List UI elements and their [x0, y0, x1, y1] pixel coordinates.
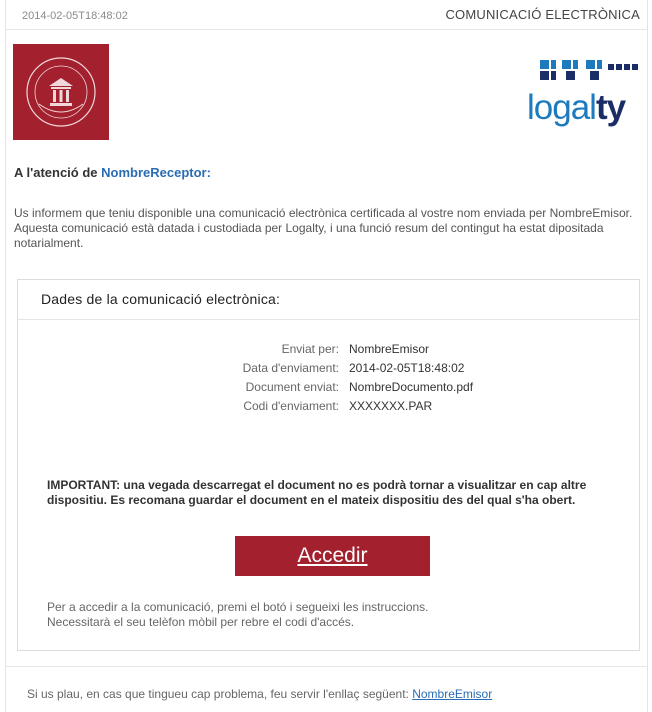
detail-label: Codi d'enviament:: [243, 399, 339, 413]
header-timestamp: 2014-02-05T18:48:02: [22, 10, 128, 22]
detail-row-sender: Enviat per: NombreEmisor: [18, 342, 639, 361]
important-notice: IMPORTANT: una vegada descarregat el doc…: [47, 478, 587, 507]
footer-note: Si us plau, en cas que tingueu cap probl…: [27, 687, 492, 701]
detail-value: XXXXXXX.PAR: [349, 399, 433, 413]
details-list: Enviat per: NombreEmisor Data d'enviamen…: [18, 342, 639, 418]
receiver-name: NombreReceptor:: [101, 165, 211, 180]
college-seal-icon: [13, 44, 109, 140]
logalty-logo: logalty: [514, 52, 644, 138]
greeting-prefix: A l'atenció de: [14, 165, 102, 180]
detail-value: NombreEmisor: [349, 342, 430, 356]
card-header: Dades de la comunicació electrònica:: [18, 280, 639, 320]
detail-label: Enviat per:: [281, 342, 339, 356]
header-bar: 2014-02-05T18:48:02 COMUNICACIÓ ELECTRÒN…: [5, 0, 648, 30]
logalty-mark-icon: [540, 60, 638, 80]
card-title: Dades de la comunicació electrònica:: [41, 291, 281, 307]
header-title: COMUNICACIÓ ELECTRÒNICA: [445, 7, 640, 22]
communication-details-card: Dades de la comunicació electrònica: Env…: [17, 279, 640, 651]
access-button[interactable]: Accedir: [235, 536, 430, 576]
intro-paragraph: Us informem que teniu disponible una com…: [14, 206, 633, 250]
footer-link[interactable]: NombreEmisor: [412, 687, 492, 701]
access-button-label[interactable]: Accedir: [297, 544, 367, 568]
detail-value: NombreDocumento.pdf: [349, 380, 474, 394]
detail-row-date: Data d'enviament: 2014-02-05T18:48:02: [18, 361, 639, 380]
instructions-line-2: Necessitarà el seu telèfon mòbil per reb…: [47, 615, 355, 629]
access-instructions: Per a accedir a la comunicació, premi el…: [47, 600, 617, 630]
detail-label: Document enviat:: [245, 380, 339, 394]
detail-value: 2014-02-05T18:48:02: [349, 361, 465, 375]
detail-label: Data d'enviament:: [242, 361, 339, 375]
instructions-line-1: Per a accedir a la comunicació, premi el…: [47, 600, 429, 614]
logo-wordmark: logalty: [527, 88, 626, 127]
footer-divider: [5, 666, 648, 667]
greeting: A l'atenció de NombreReceptor:: [14, 165, 211, 180]
footer-text: Si us plau, en cas que tingueu cap probl…: [27, 687, 413, 701]
detail-row-document: Document enviat: NombreDocumento.pdf: [18, 380, 639, 399]
detail-row-code: Codi d'enviament: XXXXXXX.PAR: [18, 399, 639, 418]
